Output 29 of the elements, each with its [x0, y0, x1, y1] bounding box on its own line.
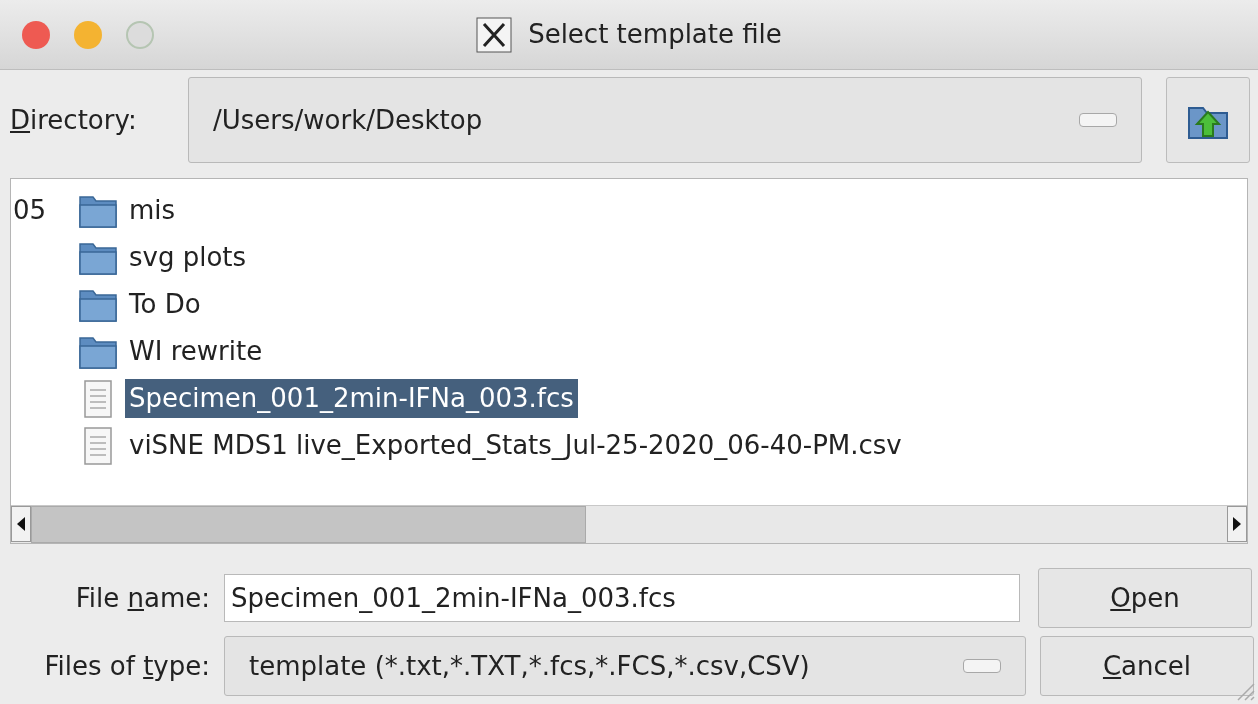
folder-icon: [79, 193, 117, 228]
directory-dropdown[interactable]: /Users/work/Desktop: [188, 77, 1142, 163]
file-item[interactable]: svg plots: [125, 238, 251, 277]
file-type-label: Files of type:: [43, 649, 210, 683]
right-arrow-icon[interactable]: [1232, 517, 1242, 531]
file-item[interactable]: viSNE MDS1 live_Exported_Stats_Jul-25-2020_06-40-PM.csv: [125, 426, 906, 465]
open-button[interactable]: Open: [1038, 568, 1252, 628]
file-name-label: File name:: [74, 581, 210, 615]
minimize-button[interactable]: [74, 21, 102, 49]
horizontal-scrollbar[interactable]: [11, 505, 1247, 543]
folder-icon: [79, 287, 117, 322]
window-title: Select template file: [528, 18, 782, 51]
close-button[interactable]: [22, 21, 50, 49]
file-type-dropdown[interactable]: template (*.txt,*.TXT,*.fcs,*.FCS,*.csv,CSV): [224, 636, 1026, 696]
file-item[interactable]: To Do: [125, 285, 205, 324]
left-arrow-icon[interactable]: [16, 517, 26, 531]
file-item[interactable]: WI rewrite: [125, 332, 267, 371]
up-folder-button[interactable]: [1166, 77, 1250, 163]
x-logo-icon: [476, 16, 513, 53]
cancel-button[interactable]: Cancel: [1040, 636, 1254, 696]
file-name-field[interactable]: Specimen_001_2min-IFNa_003.fcs: [224, 574, 1020, 622]
file-item[interactable]: Specimen_001_2min-IFNa_003.fcs: [125, 379, 578, 418]
file-list[interactable]: 05 mis svg plots To Do WI rewrite Specimen_001_2min-IFNa_003.fcs viSNE MDS1 live_Exported_Stats_Jul-25-2020_06-40-PM.csv: [10, 178, 1248, 544]
folder-icon: [79, 240, 117, 275]
zoom-button[interactable]: [126, 21, 154, 49]
directory-label: Directory:: [10, 103, 138, 137]
file-item[interactable]: mis: [125, 191, 180, 230]
folder-icon: [79, 334, 117, 369]
column-text: 05: [12, 194, 48, 227]
